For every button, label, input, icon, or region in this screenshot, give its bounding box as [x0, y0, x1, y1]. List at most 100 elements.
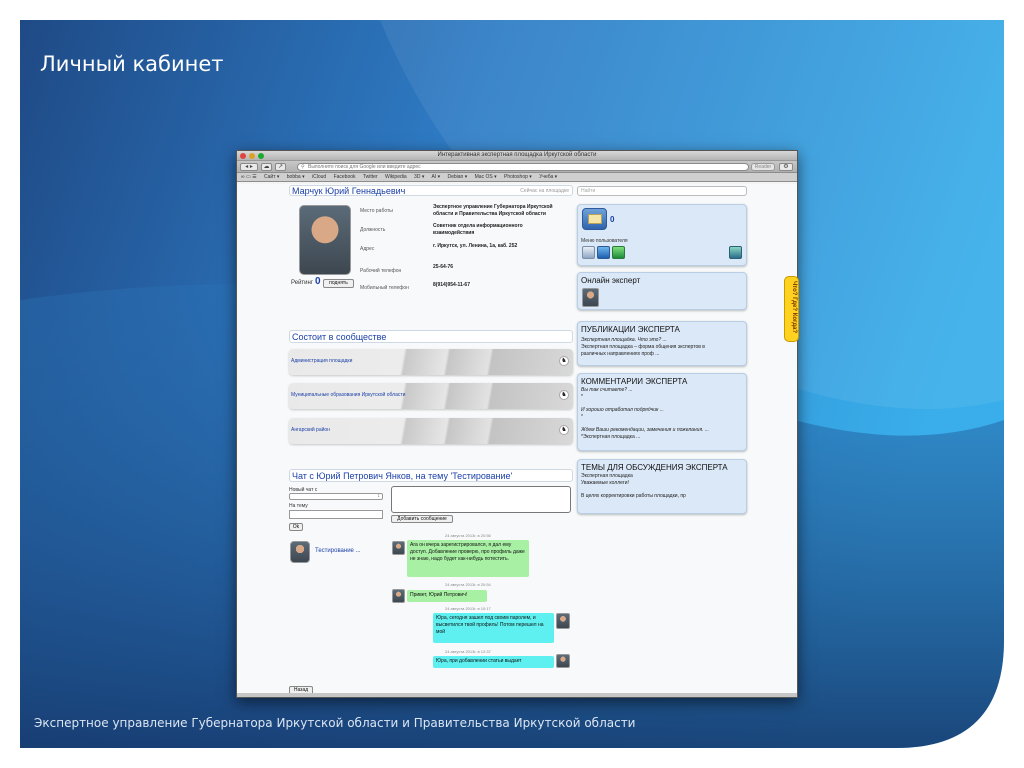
bookmark-item[interactable]: Wikipedia: [385, 174, 407, 180]
bookmark-item[interactable]: Facebook: [334, 174, 356, 180]
rating-label: Рейтинг: [291, 280, 314, 286]
online-expert-panel: Онлайн эксперт: [577, 272, 747, 310]
message-avatar: [556, 654, 570, 668]
comment-separator: *: [581, 414, 583, 420]
comments-title: КОММЕНТАРИИ ЭКСПЕРТА: [581, 377, 688, 386]
bookmark-item[interactable]: Mac OS ▾: [475, 174, 497, 180]
bookmarks-icon[interactable]: ∞ ▭ ☰: [241, 174, 257, 180]
chevron-updown-icon: ↕: [377, 493, 381, 499]
message-timestamp: 24 августа 2013г. в 20:54: [445, 582, 491, 587]
ok-button[interactable]: Ok: [289, 523, 303, 531]
topics-title: ТЕМЫ ДЛЯ ОБСУЖДЕНИЯ ЭКСПЕРТА: [581, 463, 728, 472]
field-value-position: Советник отдела информационного взаимоде…: [433, 223, 523, 236]
topic-link[interactable]: Экспертная площадка: [581, 473, 633, 479]
comment-link[interactable]: И хорошо отработал подрядчик ...: [581, 407, 664, 413]
publication-text: различных направлениях проф ...: [581, 351, 660, 357]
bookmark-item[interactable]: Сайт ▾: [264, 174, 279, 180]
network-icon[interactable]: [612, 246, 625, 259]
comment-link[interactable]: Вы так считаете? ...: [581, 387, 633, 393]
browser-toolbar: ◂ ▸ ☁ ↗ ⚲ Выполните поиск для Google или…: [237, 161, 797, 173]
field-label-position: Должность: [360, 227, 386, 233]
bookmark-item[interactable]: 3D ▾: [414, 174, 424, 180]
community-label: Ангарский район: [291, 427, 330, 433]
address-bar[interactable]: ⚲ Выполните поиск для Google или введите…: [297, 163, 749, 171]
bookmark-item[interactable]: Учеба ▾: [539, 174, 557, 180]
raise-rating-button[interactable]: поднять: [323, 279, 354, 288]
message-avatar: [556, 613, 570, 629]
community-item[interactable]: Администрация площадки ♞: [289, 349, 573, 375]
field-value-work-phone: 25-64-76: [433, 264, 454, 270]
search-icon: ⚲: [301, 164, 305, 170]
topics-panel: ТЕМЫ ДЛЯ ОБСУЖДЕНИЯ ЭКСПЕРТА Экспертная …: [577, 459, 747, 514]
comment-text: *Экспертная площадка ...: [581, 434, 641, 440]
cloud-icon[interactable]: ☁: [261, 163, 272, 171]
browser-window: Интерактивная экспертная площадка Иркутс…: [236, 150, 798, 698]
online-expert-avatar[interactable]: [582, 288, 599, 307]
bookmark-item[interactable]: Twitter: [363, 174, 378, 180]
community-icon[interactable]: [597, 246, 610, 259]
window-titlebar: Интерактивная экспертная площадка Иркутс…: [237, 151, 797, 161]
bookmark-item[interactable]: bobba ▾: [287, 174, 305, 180]
profile-photo: [299, 205, 351, 275]
presentation-slide: Личный кабинет Интерактивная экспертная …: [0, 0, 1024, 768]
message-bubble: Ага он вчера зарегистрировался, я дал ем…: [407, 540, 529, 577]
reader-button[interactable]: Reader: [751, 163, 775, 171]
field-label-address: Адрес: [360, 246, 375, 252]
online-expert-title: Онлайн эксперт: [581, 276, 641, 285]
online-status: Сейчас на площадке: [520, 188, 569, 194]
field-label-mobile-phone: Мобильный телефон: [360, 285, 409, 291]
settings-gear-icon[interactable]: ⚙: [779, 163, 793, 171]
message-timestamp: 24 августа 2013г. в 12:37: [445, 649, 491, 654]
comments-panel: КОММЕНТАРИИ ЭКСПЕРТА Вы так считаете? ..…: [577, 373, 747, 451]
back-forward-icon[interactable]: ◂ ▸: [240, 163, 258, 171]
user-menu-label: Меню пользователя: [581, 238, 628, 244]
message-timestamp: 24 августа 2013г. в 20:56: [445, 533, 491, 538]
window-title: Интерактивная экспертная площадка Иркутс…: [437, 152, 597, 158]
community-label: Администрация площадки: [291, 358, 353, 364]
messages-count: 0: [610, 215, 615, 224]
page-scroll-area[interactable]: [237, 693, 797, 697]
field-value-workplace: Экспертное управление Губернатора Иркутс…: [433, 204, 553, 217]
topic-text: В целях корректировки работы площадки, п…: [581, 493, 686, 499]
comment-link[interactable]: Ждем Ваши рекомендации, замечания и поже…: [581, 427, 709, 433]
rating-value: 0: [315, 276, 321, 287]
profile-header: Марчук Юрий Геннадьевич Сейчас на площад…: [289, 185, 573, 196]
horse-icon: ♞: [559, 390, 569, 400]
field-label-work-phone: Рабочий телефон: [360, 268, 402, 274]
bookmark-item[interactable]: Photoshop ▾: [504, 174, 532, 180]
horse-icon: ♞: [559, 356, 569, 366]
bookmarks-bar: ∞ ▭ ☰ Сайт ▾ bobba ▾ iCloud Facebook Twi…: [237, 173, 797, 182]
publication-link[interactable]: Экспертная площадка. Что это? ...: [581, 337, 667, 343]
community-item[interactable]: Ангарский район ♞: [289, 418, 573, 444]
publication-text: Экспертная площадка – форма общения эксп…: [581, 344, 705, 350]
search-placeholder: Найти: [581, 188, 596, 194]
slide-footer: Экспертное управление Губернатора Иркутс…: [34, 716, 636, 730]
message-textarea[interactable]: [391, 486, 571, 513]
exit-icon[interactable]: [729, 246, 742, 259]
chat-thread-avatar[interactable]: [290, 541, 310, 563]
message-bubble: Юра, при добавлении статьи выдает: [433, 656, 554, 668]
communities-header: Состоит в сообществе: [289, 330, 573, 343]
share-icon[interactable]: ↗: [275, 163, 286, 171]
slide-title: Личный кабинет: [40, 52, 224, 76]
new-chat-select[interactable]: ↕: [289, 493, 383, 500]
comment-separator: *: [581, 394, 583, 400]
profile-name: Марчук Юрий Геннадьевич: [292, 186, 406, 196]
what-where-when-tab[interactable]: Что? Где? Когда?: [784, 276, 799, 342]
edit-document-icon[interactable]: [582, 246, 595, 259]
chat-thread-link[interactable]: Тестирование ...: [315, 548, 361, 554]
mail-envelope-icon[interactable]: [582, 208, 607, 230]
bookmark-item[interactable]: Debian ▾: [447, 174, 467, 180]
user-menu-panel: 0 Меню пользователя: [577, 204, 747, 266]
search-field[interactable]: Найти: [577, 186, 747, 196]
message-avatar: [392, 541, 405, 555]
chat-title: Чат с Юрий Петрович Янков, на тему 'Тест…: [292, 471, 513, 481]
add-message-button[interactable]: Добавить сообщение: [391, 515, 453, 523]
address-placeholder: Выполните поиск для Google или введите а…: [308, 164, 421, 170]
topic-input[interactable]: [289, 510, 383, 519]
field-value-address: г. Иркутск, ул. Ленина, 1а, каб. 252: [433, 243, 518, 249]
bookmark-item[interactable]: AI ▾: [431, 174, 440, 180]
field-value-mobile-phone: 8(914)954-11-67: [433, 282, 470, 288]
community-item[interactable]: Муниципальные образования Иркутской обла…: [289, 383, 573, 409]
bookmark-item[interactable]: iCloud: [312, 174, 326, 180]
